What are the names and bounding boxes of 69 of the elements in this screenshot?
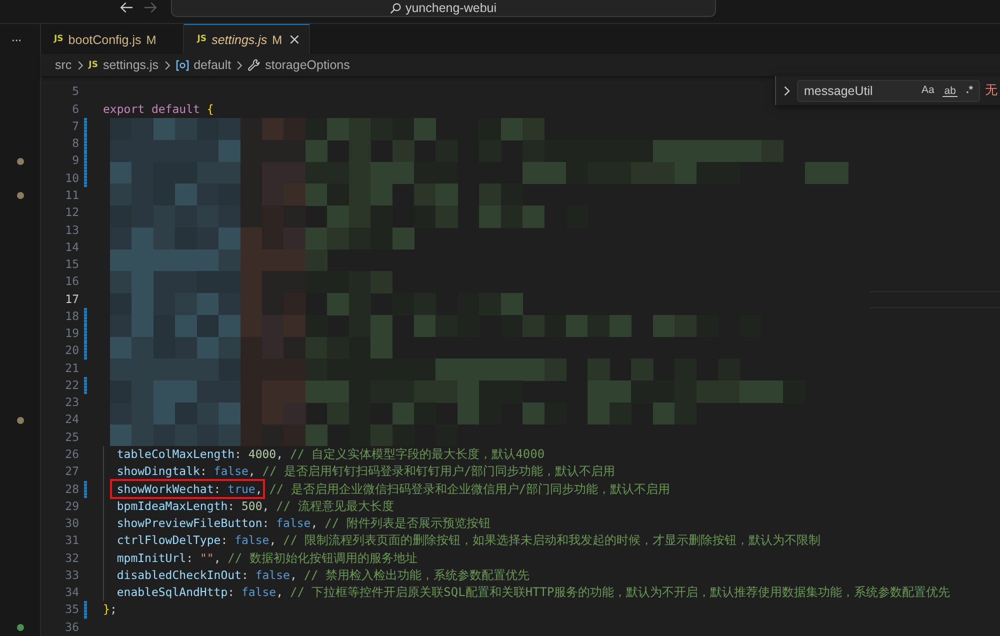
breadcrumb-item[interactable]: src	[55, 58, 72, 72]
line-number: 16	[64, 273, 79, 290]
back-arrow-icon[interactable]	[120, 2, 133, 13]
chevron-right-icon[interactable]	[784, 86, 790, 96]
line-number: 13	[64, 222, 79, 239]
line-number: 20	[64, 342, 79, 360]
git-status-label: M	[272, 32, 282, 46]
line-number: 17	[64, 290, 79, 308]
search-option-toggle[interactable]: Aa	[919, 83, 936, 98]
js-file-icon: JS	[197, 35, 207, 44]
chevron-right-icon	[237, 60, 242, 70]
line-number: 21	[64, 360, 79, 377]
line-number: 26	[64, 446, 79, 463]
line-number: 25	[64, 428, 79, 446]
line-number: 6	[71, 100, 79, 118]
line-number: 23	[64, 394, 79, 412]
line-number: 27	[64, 463, 79, 480]
js-file-icon: JS	[54, 35, 64, 44]
line-number: 22	[64, 376, 79, 394]
code-line: showDingtalk: false, // 是否启用钉钉扫码登录和钉钉用户/部门同步功能，默认不启用	[116, 463, 616, 480]
search-option-toggle[interactable]: ab	[942, 84, 958, 98]
js-file-icon: JS	[88, 60, 98, 70]
chevron-right-icon	[78, 60, 83, 70]
code-line: mpmInitUrl: "", // 数据初始化按钮调用的服务地址	[116, 550, 418, 567]
code-line: disabledCheckInOut: false, // 禁用检入检出功能，系统参数配置优先	[116, 566, 530, 584]
line-number: 8	[71, 135, 79, 152]
close-icon[interactable]	[290, 35, 300, 44]
breadcrumb-item[interactable]: storageOptions	[248, 58, 350, 72]
more-actions-button[interactable]: ···	[11, 32, 21, 46]
line-number: 11	[64, 186, 79, 204]
code-line: bpmIdeaMaxLength: 500, // 流程意见最大长度	[116, 498, 394, 515]
find-input-field[interactable]: messageUtil Aa ab .*	[797, 80, 980, 102]
line-number: 7	[71, 118, 79, 135]
git-status-label: M	[146, 32, 156, 46]
line-number: 24	[64, 411, 79, 428]
variable-symbol-icon	[176, 60, 189, 70]
line-number: 15	[64, 256, 79, 274]
breadcrumb-item[interactable]: JS settings.js	[88, 58, 159, 72]
line-number: 31	[64, 532, 79, 550]
line-number: 28	[64, 480, 79, 498]
line-number: 18	[64, 308, 79, 325]
line-number: 12	[64, 204, 79, 222]
code-line: showWorkWechat: true, // 是否启用企业微信扫码登录和企业微信用户/部门同步功能，默认不启用	[116, 480, 670, 498]
line-number: 36	[64, 618, 79, 636]
code-line: };	[103, 601, 117, 618]
code-line: enableSqlAndHttp: false, // 下拉框等控件开启原关联SQL配置和关联HTTP服务的功能，默认为不开启，默认推荐使用数据集功能，系统参数配置优先	[116, 584, 950, 602]
line-number: 9	[71, 152, 79, 170]
line-number: 30	[64, 515, 79, 532]
line-number: 33	[64, 566, 79, 584]
line-number: 14	[64, 238, 79, 256]
search-option-toggle[interactable]: .*	[964, 83, 975, 98]
line-number: 35	[64, 601, 79, 618]
code-line: ctrlFlowDelType: false, // 限制流程列表页面的删除按钮，如果选择未启动和我发起的时候，才显示删除按钮，默认为不限制	[116, 532, 821, 550]
code-line: showPreviewFileButton: false, // 附件列表是否展示预览按钮	[116, 515, 490, 532]
code-line: export default {	[103, 100, 214, 118]
wrench-icon	[248, 59, 260, 71]
chevron-right-icon	[164, 60, 170, 70]
line-number: 34	[64, 584, 79, 602]
line-number: 29	[64, 498, 79, 515]
command-center-search[interactable]: yuncheng-webui	[171, 0, 716, 17]
line-number: 19	[64, 325, 79, 342]
search-icon	[390, 2, 402, 14]
breadcrumb-item[interactable]: default	[176, 58, 232, 72]
editor-tab[interactable]: JS settings.js M	[184, 24, 310, 54]
code-line: tableColMaxLength: 4000, // 自定义实体模型字段的最大长度，默认4000	[116, 446, 545, 464]
line-number: 10	[64, 170, 79, 187]
line-number: 5	[71, 83, 79, 100]
line-number: 32	[64, 550, 79, 567]
find-result-text: 无	[985, 82, 998, 99]
